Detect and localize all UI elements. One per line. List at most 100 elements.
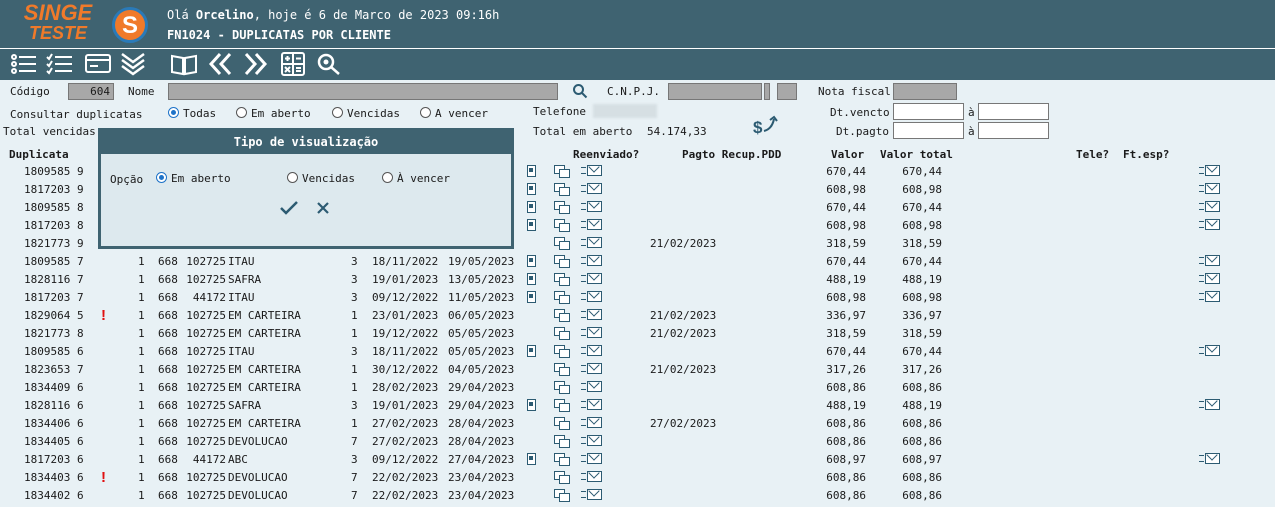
- send-email-icon[interactable]: [581, 183, 602, 195]
- send-email-icon[interactable]: [581, 291, 602, 303]
- cnpj-field-2[interactable]: [764, 83, 770, 100]
- radio-dot[interactable]: [382, 172, 393, 183]
- radio-vencidas[interactable]: Vencidas: [332, 107, 400, 120]
- ft-esp-email-icon[interactable]: [1199, 201, 1220, 213]
- table-row[interactable]: 1809585 6 1 668 102725 ITAU 3 18/11/2022 05/05/…: [0, 342, 1275, 360]
- chat-icon[interactable]: [554, 345, 570, 358]
- cancel-x-icon[interactable]: [315, 200, 331, 216]
- codigo-field[interactable]: 604: [68, 83, 114, 100]
- ft-esp-email-icon[interactable]: [1199, 291, 1220, 303]
- send-email-icon[interactable]: [581, 435, 602, 447]
- send-email-icon[interactable]: [581, 219, 602, 231]
- ft-esp-email-icon[interactable]: [1199, 345, 1220, 357]
- send-email-icon[interactable]: [581, 453, 602, 465]
- modal-radio-a-vencer[interactable]: À vencer: [382, 172, 450, 185]
- ft-esp-email-icon[interactable]: [1199, 453, 1220, 465]
- cnpj-field-3[interactable]: [777, 83, 797, 100]
- chat-icon[interactable]: [554, 381, 570, 394]
- table-row[interactable]: 1823653 7 1 668 102725 EM CARTEIRA 1 30/12/202…: [0, 360, 1275, 378]
- table-row[interactable]: 1809585 7 1 668 102725 ITAU 3 18/11/2022 19/05/…: [0, 252, 1275, 270]
- card-icon[interactable]: [84, 52, 112, 78]
- chat-icon[interactable]: [554, 165, 570, 178]
- table-row[interactable]: 1817203 6 1 668 44172 ABC 3 09/12/2022 27/04/20…: [0, 450, 1275, 468]
- document-icon[interactable]: [527, 291, 536, 303]
- table-row[interactable]: 1828116 6 1 668 102725 SAFRA 3 19/01/2023 29/04…: [0, 396, 1275, 414]
- money-transfer-icon[interactable]: $: [752, 113, 780, 137]
- chevrons-down-icon[interactable]: [119, 52, 147, 78]
- chat-icon[interactable]: [554, 417, 570, 430]
- send-email-icon[interactable]: [581, 165, 602, 177]
- previous-icon[interactable]: [206, 52, 234, 78]
- next-icon[interactable]: [242, 52, 270, 78]
- table-row[interactable]: 1834409 6 1 668 102725 EM CARTEIRA 1 28/02/202…: [0, 378, 1275, 396]
- radio-dot[interactable]: [287, 172, 298, 183]
- radio-dot[interactable]: [420, 107, 431, 118]
- chat-icon[interactable]: [554, 453, 570, 466]
- nota-fiscal-field[interactable]: [893, 83, 957, 100]
- table-row[interactable]: 1821773 8 1 668 102725 EM CARTEIRA 1 19/12/202…: [0, 324, 1275, 342]
- ft-esp-email-icon[interactable]: [1199, 165, 1220, 177]
- chat-icon[interactable]: [554, 363, 570, 376]
- dt-vencto-to-field[interactable]: [978, 103, 1049, 120]
- document-icon[interactable]: [527, 399, 536, 411]
- chat-icon[interactable]: [554, 435, 570, 448]
- send-email-icon[interactable]: [581, 255, 602, 267]
- chat-icon[interactable]: [554, 183, 570, 196]
- chat-icon[interactable]: [554, 291, 570, 304]
- chat-icon[interactable]: [554, 237, 570, 250]
- confirm-check-icon[interactable]: [279, 199, 299, 217]
- dt-pagto-from-field[interactable]: [893, 122, 964, 139]
- radio-dot[interactable]: [332, 107, 343, 118]
- search-name-icon[interactable]: [572, 83, 588, 99]
- nome-field[interactable]: [168, 83, 558, 100]
- ft-esp-email-icon[interactable]: [1199, 273, 1220, 285]
- document-icon[interactable]: [527, 345, 536, 357]
- search-icon[interactable]: [315, 52, 343, 78]
- send-email-icon[interactable]: [581, 489, 602, 501]
- dt-pagto-to-field[interactable]: [978, 122, 1049, 139]
- document-icon[interactable]: [527, 255, 536, 267]
- send-email-icon[interactable]: [581, 399, 602, 411]
- table-row[interactable]: 1829064 5 1 668 102725 EM CARTEIRA 1 23/01/202…: [0, 306, 1275, 324]
- radio-a-vencer[interactable]: A vencer: [420, 107, 488, 120]
- chat-icon[interactable]: [554, 201, 570, 214]
- document-icon[interactable]: [527, 219, 536, 231]
- chat-icon[interactable]: [554, 471, 570, 484]
- modal-radio-em-aberto[interactable]: Em aberto: [156, 172, 231, 185]
- table-row[interactable]: 1834403 6 1 668 102725 DEVOLUCAO 7 22/02/2023 2…: [0, 468, 1275, 486]
- cnpj-field-1[interactable]: [668, 83, 762, 100]
- radio-todas[interactable]: Todas: [168, 107, 216, 120]
- send-email-icon[interactable]: [581, 327, 602, 339]
- table-row[interactable]: 1834402 6 1 668 102725 DEVOLUCAO 7 22/02/2023 2…: [0, 486, 1275, 504]
- send-email-icon[interactable]: [581, 363, 602, 375]
- calculator-icon[interactable]: [279, 52, 307, 78]
- table-row[interactable]: 1834405 6 1 668 102725 DEVOLUCAO 7 27/02/2023 2…: [0, 432, 1275, 450]
- chat-icon[interactable]: [554, 309, 570, 322]
- document-icon[interactable]: [527, 183, 536, 195]
- send-email-icon[interactable]: [581, 309, 602, 321]
- ft-esp-email-icon[interactable]: [1199, 399, 1220, 411]
- document-icon[interactable]: [527, 165, 536, 177]
- radio-dot[interactable]: [236, 107, 247, 118]
- chat-icon[interactable]: [554, 255, 570, 268]
- dt-vencto-from-field[interactable]: [893, 103, 964, 120]
- chat-icon[interactable]: [554, 219, 570, 232]
- book-icon[interactable]: [170, 52, 198, 78]
- modal-radio-vencidas[interactable]: Vencidas: [287, 172, 355, 185]
- document-icon[interactable]: [527, 273, 536, 285]
- checklist-icon[interactable]: [46, 52, 74, 78]
- chat-icon[interactable]: [554, 489, 570, 502]
- send-email-icon[interactable]: [581, 201, 602, 213]
- table-row[interactable]: 1834406 6 1 668 102725 EM CARTEIRA 1 27/02/202…: [0, 414, 1275, 432]
- send-email-icon[interactable]: [581, 345, 602, 357]
- table-row[interactable]: 1828116 7 1 668 102725 SAFRA 3 19/01/2023 13/05…: [0, 270, 1275, 288]
- radio-dot[interactable]: [168, 107, 179, 118]
- chat-icon[interactable]: [554, 399, 570, 412]
- document-icon[interactable]: [527, 453, 536, 465]
- ft-esp-email-icon[interactable]: [1199, 255, 1220, 267]
- chat-icon[interactable]: [554, 273, 570, 286]
- send-email-icon[interactable]: [581, 273, 602, 285]
- document-icon[interactable]: [527, 201, 536, 213]
- chat-icon[interactable]: [554, 327, 570, 340]
- send-email-icon[interactable]: [581, 471, 602, 483]
